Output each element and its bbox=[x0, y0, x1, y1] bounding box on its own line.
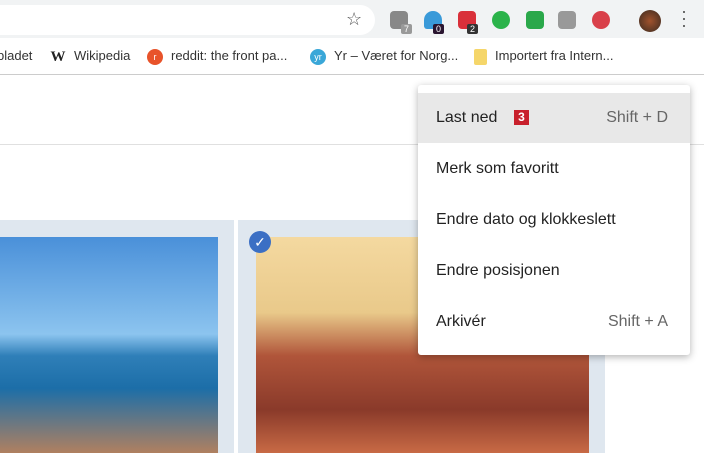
yr-icon: yr bbox=[310, 48, 326, 65]
gmail-badge: 7 bbox=[401, 24, 413, 34]
menu-label: Merk som favoritt bbox=[436, 160, 559, 177]
bookmark-label: Yr – Været for Norg... bbox=[334, 48, 459, 63]
address-bar[interactable] bbox=[0, 5, 375, 35]
menu-shortcut: Shift + A bbox=[607, 313, 668, 330]
ghost-badge: 0 bbox=[433, 24, 445, 34]
menu-item-edit-location[interactable]: Endre posisjonen bbox=[418, 246, 690, 296]
reddit-icon: r bbox=[147, 48, 163, 65]
photo-beach[interactable] bbox=[0, 237, 218, 453]
folder-icon bbox=[474, 48, 487, 65]
bookmark-reddit[interactable]: r reddit: the front pa... bbox=[147, 48, 287, 65]
bookmark-bladet[interactable]: bladet bbox=[0, 48, 32, 63]
wikipedia-icon: W bbox=[50, 48, 66, 65]
avast-extension-icon[interactable] bbox=[526, 11, 544, 29]
callout-3: 3 bbox=[514, 110, 529, 125]
menu-label: Endre posisjonen bbox=[436, 262, 560, 279]
more-menu-icon[interactable]: · · · bbox=[681, 2, 687, 34]
menu-label: Endre dato og klokkeslett bbox=[436, 211, 616, 228]
menu-label: Arkivér bbox=[436, 313, 486, 330]
bookmark-star-icon[interactable]: ☆ bbox=[346, 9, 362, 30]
menu-item-download[interactable]: Last ned 3 Shift + D bbox=[418, 93, 690, 143]
bookmark-wikipedia[interactable]: W Wikipedia bbox=[50, 48, 131, 65]
bookmark-yr[interactable]: yr Yr – Været for Norg... bbox=[310, 48, 458, 65]
bookmark-label: Wikipedia bbox=[74, 48, 131, 63]
profile-avatar[interactable] bbox=[639, 10, 661, 32]
menu-label: Last ned bbox=[436, 109, 498, 126]
browser-toolbar: ☆ 7 0 2 ··· 2 bbox=[0, 0, 704, 56]
whatsapp-extension-icon[interactable] bbox=[492, 11, 510, 29]
chat-badge: 2 bbox=[467, 24, 479, 34]
menu-item-favorite[interactable]: Merk som favoritt bbox=[418, 144, 690, 194]
menu-item-archive[interactable]: Arkivér Shift + A bbox=[418, 297, 690, 347]
cast-extension-icon[interactable] bbox=[558, 11, 576, 29]
alert-extension-icon[interactable] bbox=[592, 11, 610, 29]
bookmark-label: reddit: the front pa... bbox=[171, 48, 288, 63]
photo-context-menu: Last ned 3 Shift + D Merk som favoritt End… bbox=[418, 85, 690, 355]
menu-item-edit-date[interactable]: Endre dato og klokkeslett bbox=[418, 195, 690, 245]
menu-shortcut: Shift + D bbox=[606, 109, 668, 126]
bookmark-folder-importert[interactable]: Importert fra Intern... bbox=[474, 48, 614, 65]
bookmark-label: Importert fra Intern... bbox=[495, 48, 614, 63]
selected-check-icon[interactable]: ✓ bbox=[249, 231, 271, 253]
bookmarks-bar: bladet W Wikipedia r reddit: the front pa.… bbox=[0, 38, 704, 75]
